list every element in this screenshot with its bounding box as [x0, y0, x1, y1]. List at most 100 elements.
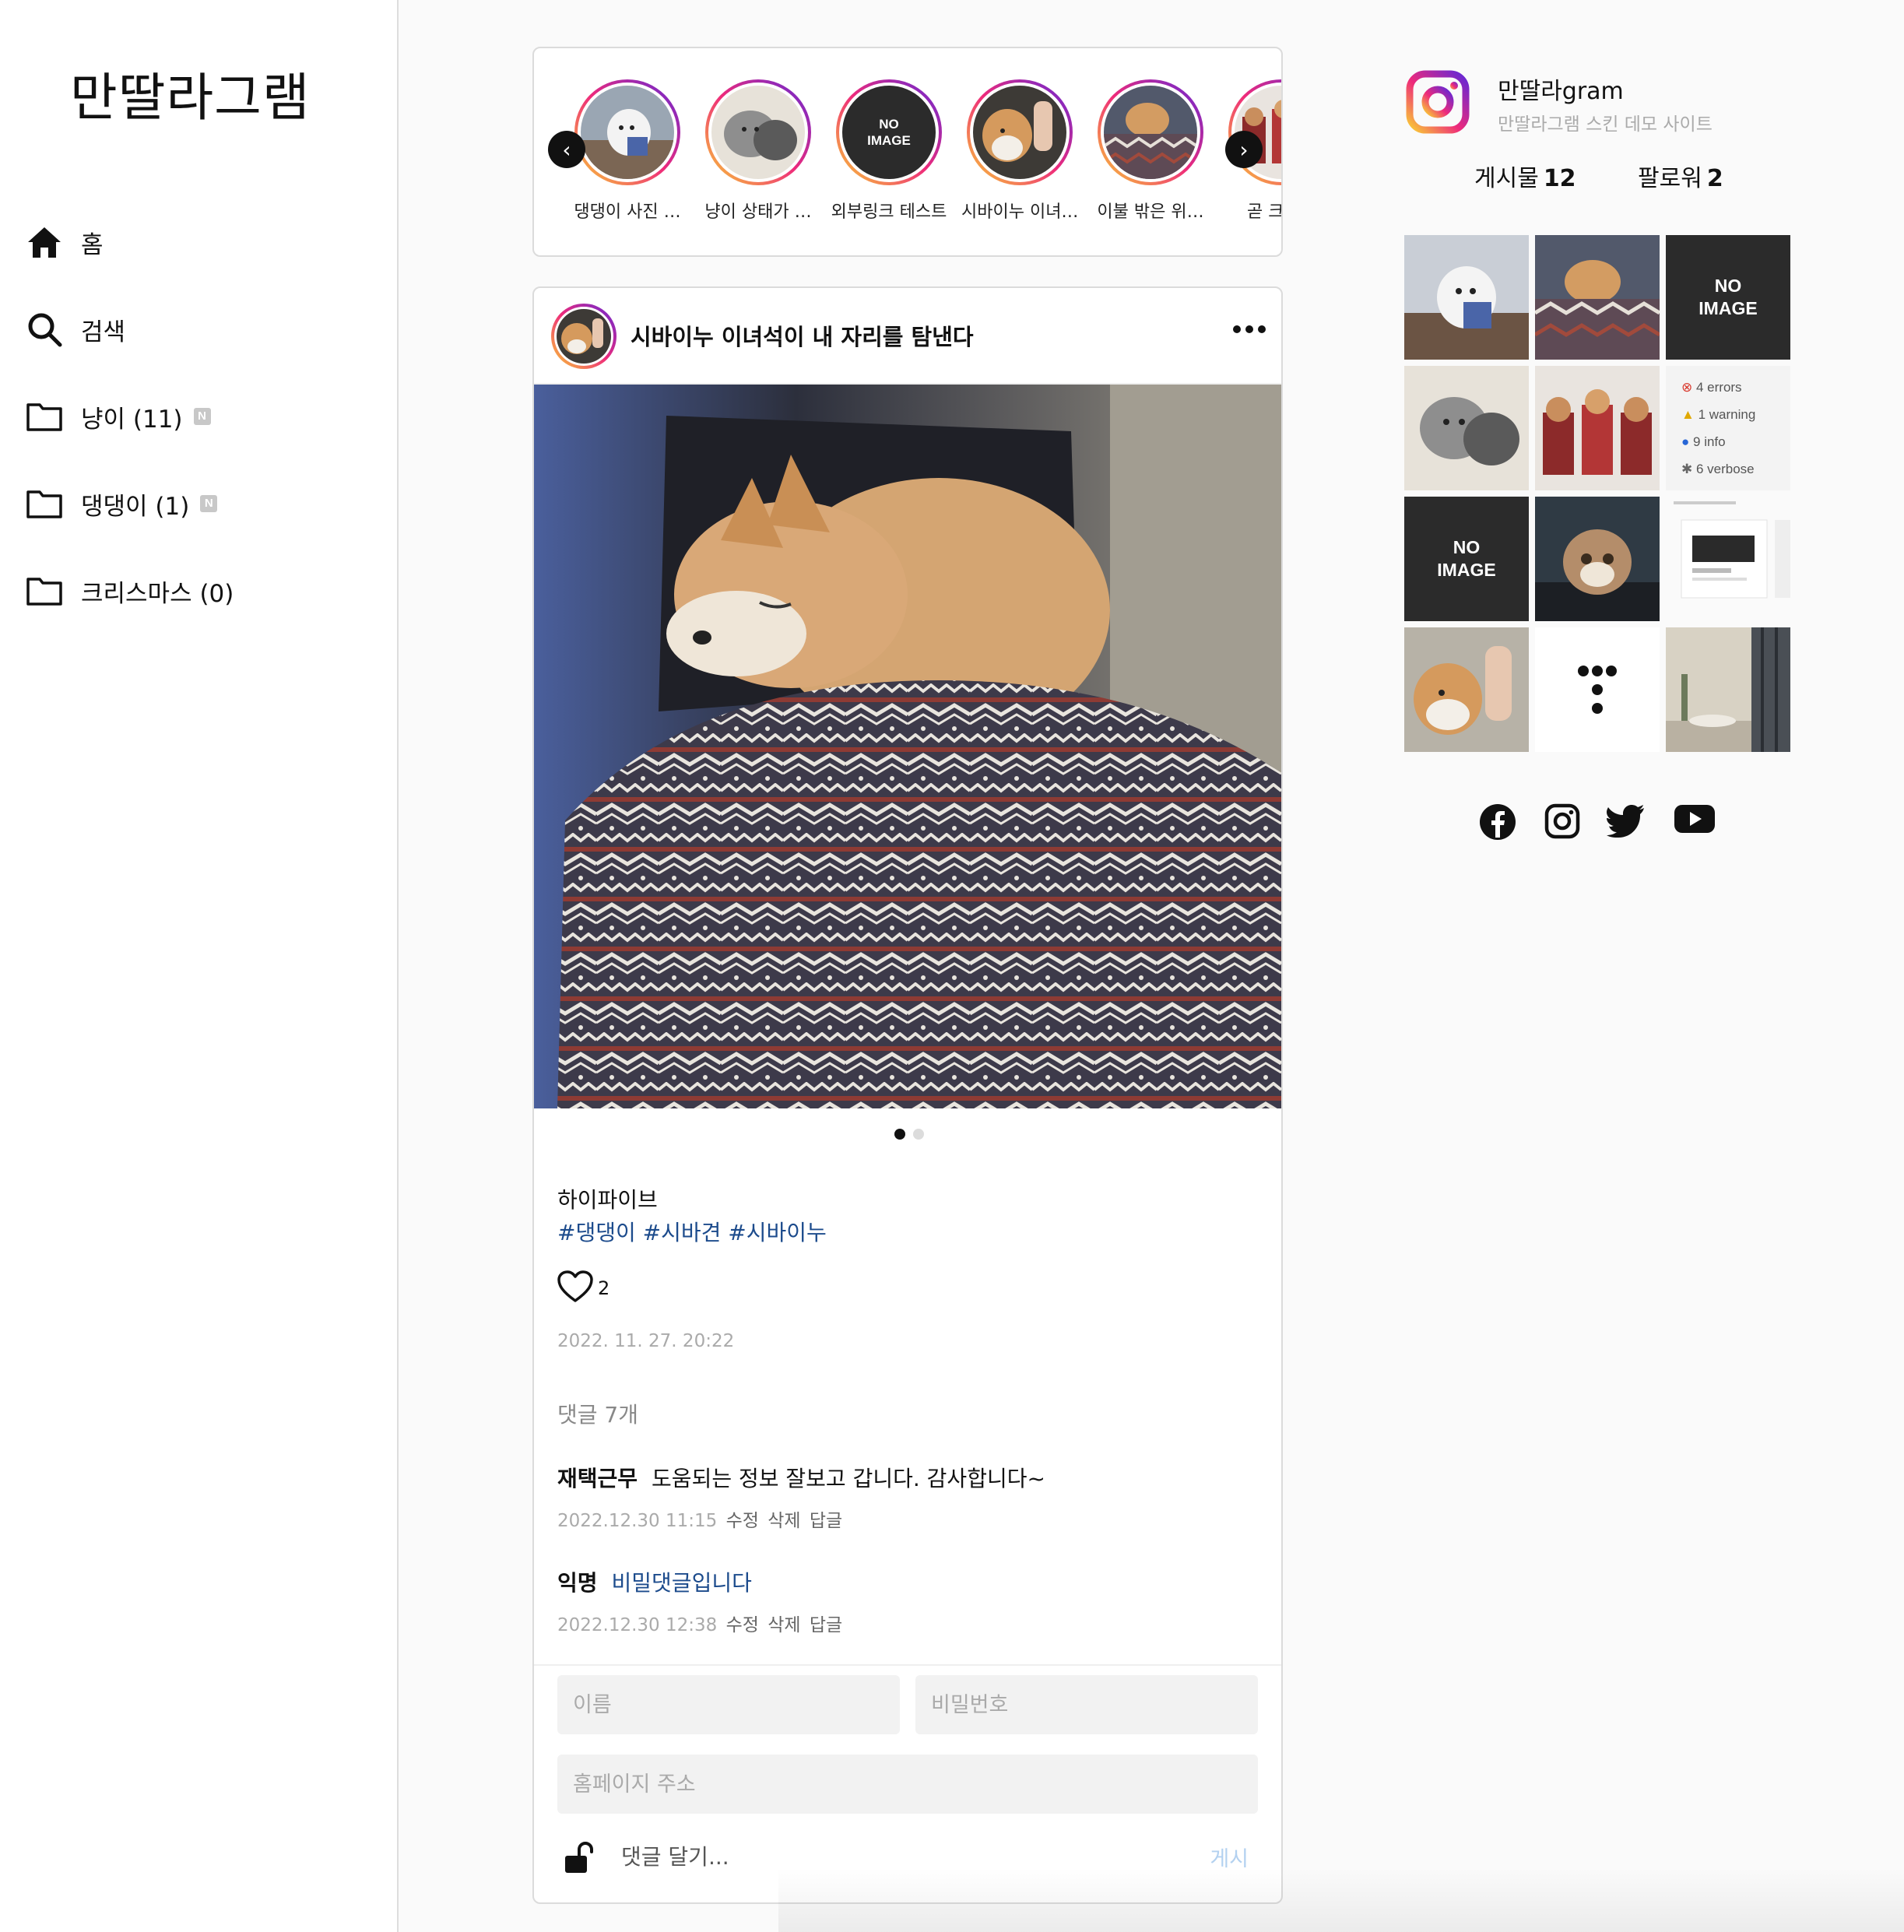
new-badge: N: [193, 408, 211, 425]
sidebar-item-label: 댕댕이 (1): [81, 492, 190, 521]
grid-thumbnail-log[interactable]: ⊗ 4 errors ▲ 1 warning ● 9 info ✱ 6 verb…: [1666, 366, 1790, 490]
info-icon: ●: [1681, 434, 1690, 449]
page-shadow: [778, 1868, 1904, 1932]
story-item[interactable]: NO IMAGE 외부링크 테스트: [824, 79, 954, 223]
comment-meta: 2022.12.30 12:38 수정 삭제 답글: [557, 1610, 842, 1636]
comment-time: 2022.12.30 12:38: [557, 1615, 718, 1635]
grid-thumbnail-noimage[interactable]: NO IMAGE: [1666, 235, 1790, 360]
sidebar-item-dogs[interactable]: 댕댕이 (1) N: [25, 460, 383, 547]
comment-author[interactable]: 익명: [557, 1570, 598, 1596]
twitter-icon[interactable]: [1607, 803, 1646, 841]
sidebar-item-label: 홈: [81, 230, 104, 259]
comment-edit-link[interactable]: 수정: [726, 1615, 759, 1635]
sidebar-item-label: 냥이 (11): [81, 405, 183, 434]
comment-delete-link[interactable]: 삭제: [768, 1615, 800, 1635]
story-label: 시바이누 이녀…: [961, 202, 1078, 222]
noimage-text-2: IMAGE: [867, 133, 911, 148]
search-icon: [25, 310, 64, 349]
home-icon: [25, 223, 64, 262]
chevron-right-icon: ›: [1239, 136, 1249, 163]
sidebar-item-cats[interactable]: 냥이 (11) N: [25, 373, 383, 460]
divider: [534, 1664, 1281, 1666]
story-item[interactable]: 이불 밖은 위…: [1085, 79, 1216, 223]
name-field[interactable]: [557, 1675, 900, 1734]
comment-meta: 2022.12.30 11:15 수정 삭제 답글: [557, 1505, 842, 1532]
profile-description: 만딸라그램 스킨 데모 사이트: [1498, 114, 1713, 135]
noimage-text-2: IMAGE: [1437, 560, 1496, 580]
grid-thumbnail[interactable]: [1666, 627, 1790, 752]
unlock-icon[interactable]: [564, 1842, 598, 1878]
story-thumbnail: [711, 86, 805, 179]
grid-thumbnail[interactable]: [1535, 627, 1660, 752]
sidebar-item-christmas[interactable]: 크리스마스 (0): [25, 547, 383, 634]
sidebar-item-home[interactable]: 홈: [25, 198, 383, 286]
grid-thumbnail[interactable]: [1404, 627, 1529, 752]
sidebar-item-search[interactable]: 검색: [25, 286, 383, 373]
profile-name[interactable]: 만딸라gram: [1498, 72, 1624, 106]
error-icon: ⊗: [1681, 380, 1693, 395]
sidebar-item-label: 크리스마스 (0): [81, 579, 234, 608]
grid-thumbnail[interactable]: [1404, 235, 1529, 360]
grid-thumbnail-noimage[interactable]: NO IMAGE: [1404, 497, 1529, 621]
followers-stat[interactable]: 팔로워 2: [1638, 159, 1723, 193]
avatar[interactable]: [551, 304, 617, 369]
comment-reply-link[interactable]: 답글: [810, 1511, 842, 1531]
story-item[interactable]: 냥이 상태가 …: [693, 79, 824, 223]
log-errors: ⊗ 4 errors: [1681, 374, 1755, 401]
posts-stat[interactable]: 게시물 12: [1474, 159, 1576, 193]
grid-thumbnail[interactable]: [1666, 497, 1790, 621]
facebook-icon[interactable]: [1479, 803, 1516, 844]
homepage-field[interactable]: [557, 1755, 1258, 1814]
post-image[interactable]: [534, 385, 1281, 1108]
comment-author[interactable]: 재택근무: [557, 1466, 638, 1491]
comment-text: 도움되는 정보 잘보고 갑니다. 감사합니다~: [652, 1466, 1045, 1491]
story-thumbnail-noimage: NO IMAGE: [842, 86, 936, 179]
grid-thumbnail[interactable]: [1535, 366, 1660, 490]
story-label: 곧 크리스: [1247, 202, 1283, 222]
comment-delete-link[interactable]: 삭제: [768, 1511, 800, 1531]
story-item[interactable]: 시바이누 이녀…: [954, 79, 1085, 223]
comment-count: 댓글 7개: [557, 1402, 638, 1428]
post-caption: 하이파이브: [557, 1187, 658, 1213]
stories-bar: 댕댕이 사진 … 냥이 상태가 … NO IMAGE 외부링크 테스트 시바이누…: [532, 47, 1283, 257]
story-label: 외부링크 테스트: [831, 202, 947, 222]
story-list: 댕댕이 사진 … 냥이 상태가 … NO IMAGE 외부링크 테스트 시바이누…: [562, 79, 1283, 223]
story-thumbnail: [1104, 86, 1197, 179]
carousel-dots[interactable]: [534, 1129, 1281, 1140]
youtube-icon[interactable]: [1674, 803, 1716, 838]
posts-label: 게시물: [1474, 165, 1539, 192]
sidebar-nav: 홈 검색 냥이 (11) N 댕댕이 (1) N 크리스마스 (0): [25, 198, 383, 634]
like-button[interactable]: 2: [557, 1270, 609, 1306]
warning-icon: ▲: [1681, 407, 1695, 422]
followers-label: 팔로워: [1638, 165, 1702, 192]
comment-edit-link[interactable]: 수정: [726, 1511, 759, 1531]
grid-thumbnail[interactable]: [1404, 366, 1529, 490]
sidebar-item-label: 검색: [81, 318, 126, 346]
story-label: 냥이 상태가 …: [704, 202, 812, 222]
posts-count: 12: [1543, 165, 1576, 192]
grid-thumbnail[interactable]: [1535, 497, 1660, 621]
password-field[interactable]: [915, 1675, 1258, 1734]
noimage-text-1: NO: [1453, 537, 1481, 558]
comment-reply-link[interactable]: 답글: [810, 1615, 842, 1635]
comment-time: 2022.12.30 11:15: [557, 1511, 718, 1531]
site-logo[interactable]: 만딸라그램: [70, 56, 311, 131]
followers-count: 2: [1706, 165, 1723, 192]
noimage-text-2: IMAGE: [1698, 298, 1758, 318]
log-info: ● 9 info: [1681, 428, 1755, 455]
story-label: 댕댕이 사진 …: [574, 202, 681, 222]
story-thumbnail: [581, 86, 674, 179]
grid-thumbnail[interactable]: [1535, 235, 1660, 360]
post-title[interactable]: 시바이누 이녀석이 내 자리를 탐낸다: [631, 319, 974, 352]
instagram-logo-icon[interactable]: [1406, 70, 1470, 134]
more-options-icon[interactable]: [1233, 325, 1266, 333]
story-label: 이불 밖은 위…: [1097, 202, 1204, 222]
instagram-icon[interactable]: [1544, 803, 1580, 842]
story-prev-button[interactable]: ‹: [548, 131, 585, 168]
folder-icon: [25, 571, 64, 610]
story-next-button[interactable]: ›: [1225, 131, 1263, 168]
log-verbose-text: 6 verbose: [1695, 462, 1755, 476]
chevron-left-icon: ‹: [562, 136, 571, 163]
comment-text[interactable]: 비밀댓글입니다: [612, 1570, 752, 1596]
post-tags[interactable]: #댕댕이 #시바견 #시바이누: [557, 1216, 827, 1247]
